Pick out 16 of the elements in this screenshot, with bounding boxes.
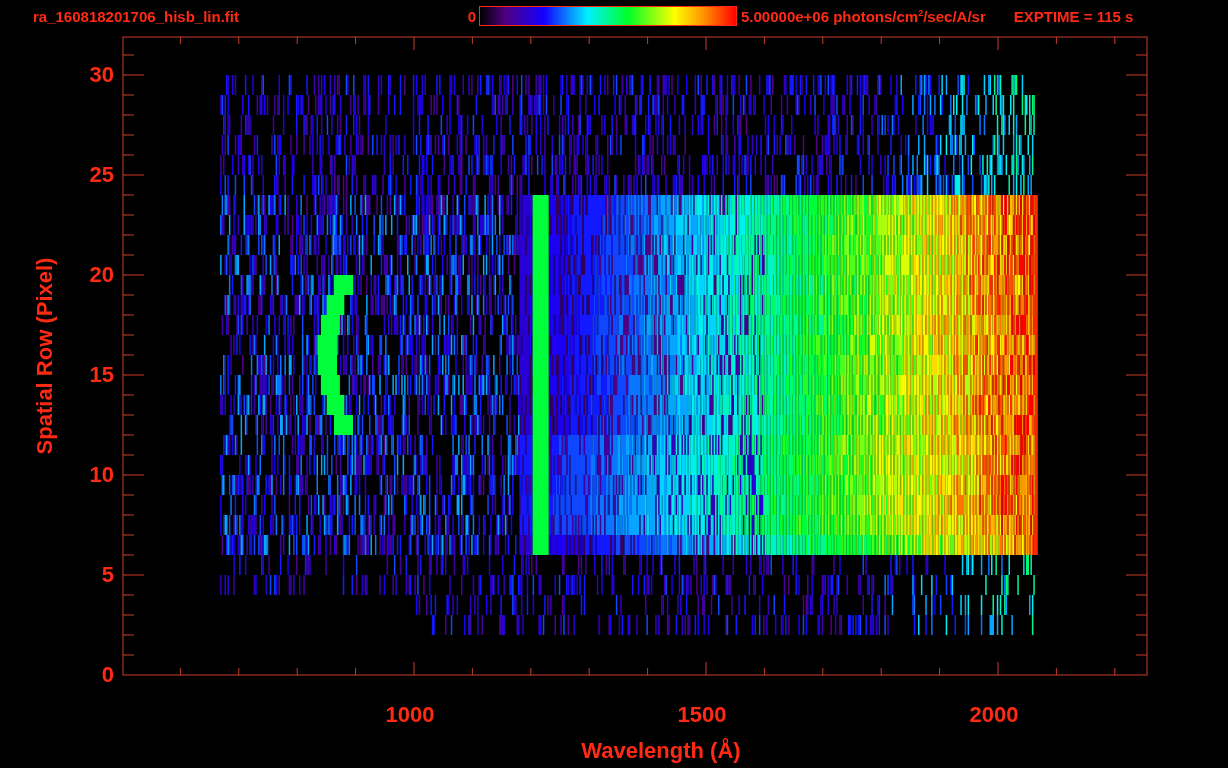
x-axis-label: Wavelength (Å) xyxy=(581,738,741,763)
x-tick-label: 1500 xyxy=(677,702,727,727)
y-tick-label: 5 xyxy=(101,561,114,587)
y-tick-label: 0 xyxy=(101,661,114,687)
y-tick-label: 15 xyxy=(89,361,114,387)
y-tick-label: 20 xyxy=(89,261,114,287)
x-tick-label: 2000 xyxy=(969,702,1019,727)
exposure-time: EXPTIME = 115 s xyxy=(1013,7,1134,25)
y-tick-label: 10 xyxy=(89,461,114,487)
y-tick-label: 25 xyxy=(89,161,114,187)
colorbar-min-label: 0 xyxy=(466,7,476,25)
colorbar-max-label: 5.00000e+06 photons/cm$^{2}$/sec/A/sr xyxy=(741,7,986,25)
file-title: ra_160818201706_hisb_lin.fit xyxy=(33,7,240,25)
x-tick-label: 1000 xyxy=(385,702,435,727)
y-axis-label: Spatial Row (Pixel) xyxy=(32,257,57,455)
y-tick-label: 30 xyxy=(89,61,114,87)
